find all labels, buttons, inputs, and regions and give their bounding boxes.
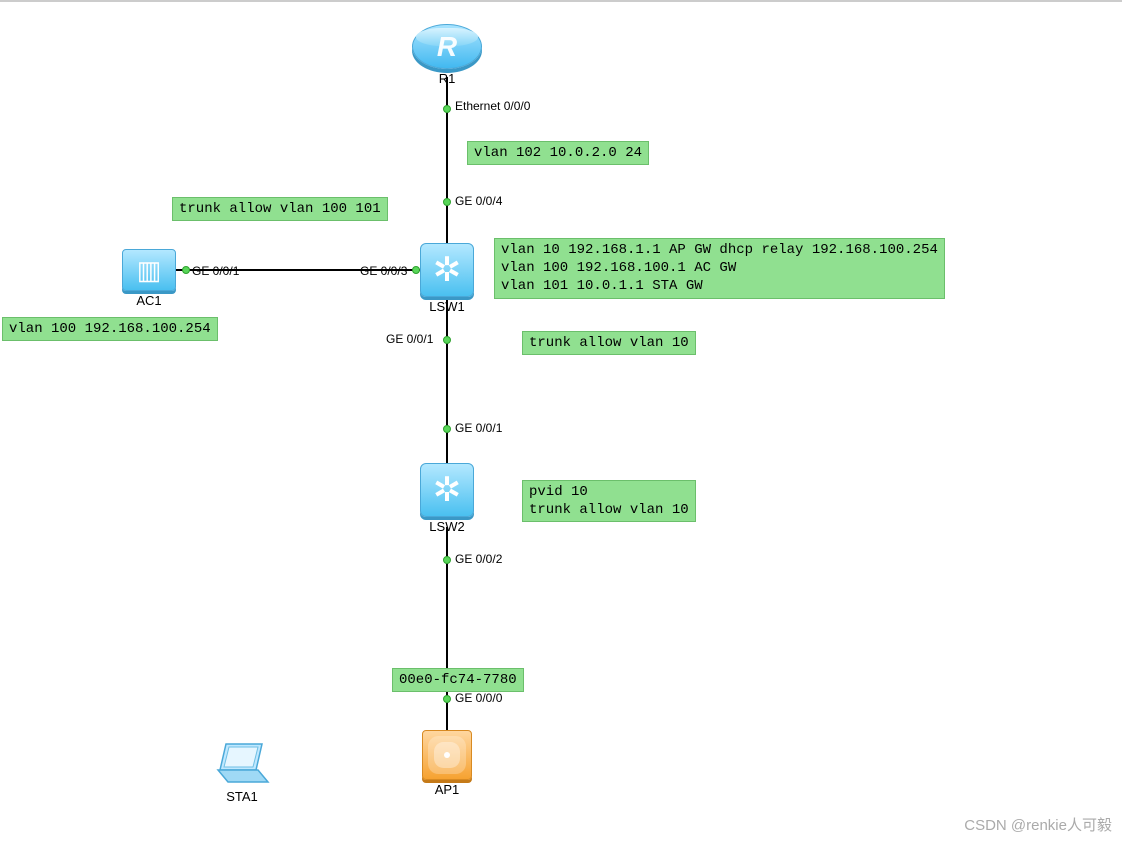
port-dot bbox=[182, 266, 190, 274]
port-label: GE 0/0/1 bbox=[455, 421, 502, 435]
note-lsw1-vlans: vlan 10 192.168.1.1 AP GW dhcp relay 192… bbox=[494, 238, 945, 299]
port-dot bbox=[443, 695, 451, 703]
node-ac1[interactable]: AC1 bbox=[122, 249, 176, 308]
node-r1[interactable]: R R1 bbox=[412, 24, 482, 86]
device-label: LSW1 bbox=[420, 299, 474, 314]
node-lsw1[interactable]: LSW1 bbox=[420, 243, 474, 314]
port-dot bbox=[443, 336, 451, 344]
port-label: GE 0/0/4 bbox=[455, 194, 502, 208]
switch-icon bbox=[420, 463, 474, 517]
node-sta1[interactable]: STA1 bbox=[212, 742, 272, 804]
port-label: GE 0/0/2 bbox=[455, 552, 502, 566]
link-lines bbox=[0, 2, 1122, 841]
note-lsw1-down: trunk allow vlan 10 bbox=[522, 331, 696, 355]
node-lsw2[interactable]: LSW2 bbox=[420, 463, 474, 534]
port-dot bbox=[443, 556, 451, 564]
port-label: Ethernet 0/0/0 bbox=[455, 99, 530, 113]
port-label: GE 0/0/1 bbox=[386, 332, 433, 346]
port-label: GE 0/0/1 bbox=[192, 264, 239, 278]
port-label: GE 0/0/0 bbox=[455, 691, 502, 705]
port-dot bbox=[443, 198, 451, 206]
laptop-icon bbox=[212, 742, 272, 787]
router-icon: R bbox=[412, 24, 482, 69]
watermark: CSDN @renkie人可毅 bbox=[964, 814, 1112, 835]
device-label: AP1 bbox=[422, 782, 472, 797]
note-ac-trunk: trunk allow vlan 100 101 bbox=[172, 197, 388, 221]
note-lsw2-cfg: pvid 10 trunk allow vlan 10 bbox=[522, 480, 696, 522]
access-controller-icon bbox=[122, 249, 176, 291]
node-ap1[interactable]: AP1 bbox=[422, 730, 472, 797]
port-dot bbox=[443, 425, 451, 433]
access-point-icon bbox=[422, 730, 472, 780]
switch-icon bbox=[420, 243, 474, 297]
device-label: LSW2 bbox=[420, 519, 474, 534]
device-label: R1 bbox=[412, 71, 482, 86]
device-label: AC1 bbox=[122, 293, 176, 308]
note-ap-mac: 00e0-fc74-7780 bbox=[392, 668, 524, 692]
note-r1-vlan: vlan 102 10.0.2.0 24 bbox=[467, 141, 649, 165]
device-label: STA1 bbox=[212, 789, 272, 804]
port-label: GE 0/0/3 bbox=[360, 264, 407, 278]
note-ac1-ip: vlan 100 192.168.100.254 bbox=[2, 317, 218, 341]
network-topology-canvas: R R1 Ethernet 0/0/0 vlan 102 10.0.2.0 24… bbox=[0, 2, 1122, 841]
port-dot bbox=[443, 105, 451, 113]
port-dot bbox=[412, 266, 420, 274]
